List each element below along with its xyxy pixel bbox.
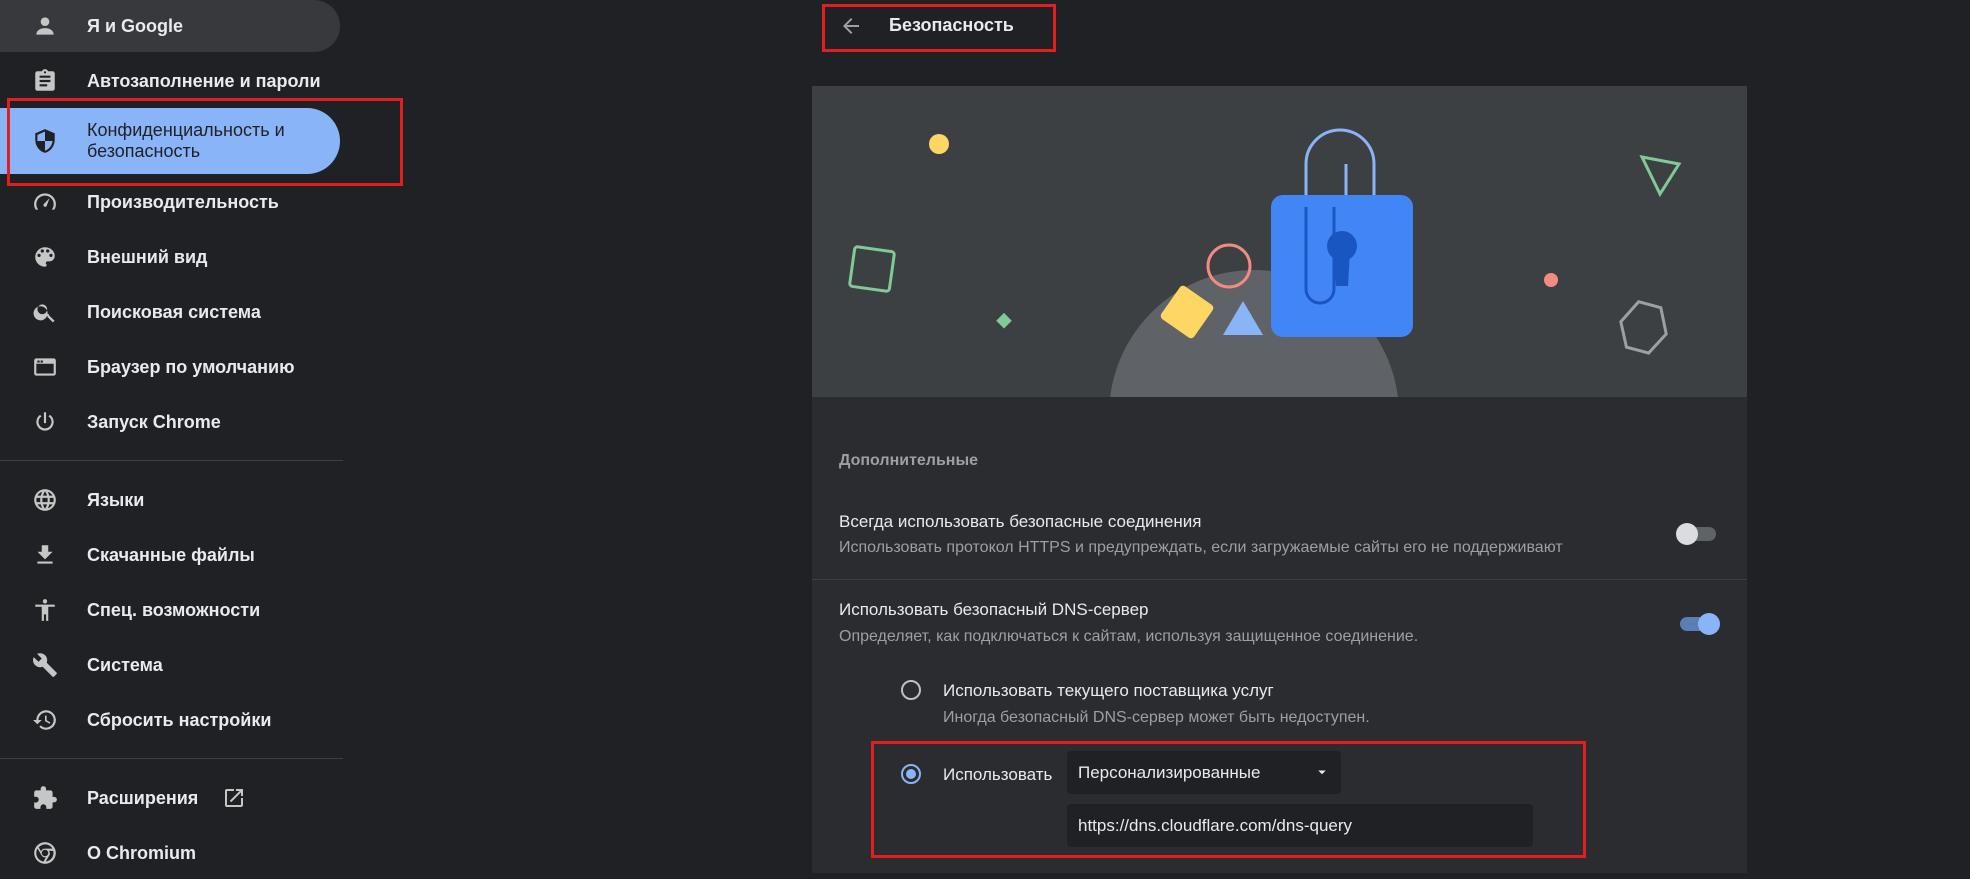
sidebar-item-label: Автозаполнение и пароли [87,70,321,91]
row-divider [812,579,1747,580]
sidebar-item-accessibility[interactable]: Спец. возможности [0,584,340,636]
security-illustration [812,86,1747,397]
https-setting-title: Всегда использовать безопасные соединени… [839,512,1202,531]
sidebar-item-performance[interactable]: Производительность [0,176,340,228]
sidebar-item-label: О Chromium [87,842,197,863]
sidebar-item-you-and-google[interactable]: Я и Google [0,0,340,52]
sidebar-item-autofill[interactable]: Автозаполнение и пароли [0,55,340,107]
globe-icon [31,486,59,514]
back-button[interactable] [838,13,864,39]
puzzle-icon [31,784,59,812]
sidebar-item-label: Языки [87,489,145,510]
option-current-provider-label: Использовать текущего поставщика услуг [943,681,1274,700]
sidebar-item-downloads[interactable]: Скачанные файлы [0,529,340,581]
speedometer-icon [31,188,59,216]
sidebar-item-extensions[interactable]: Расширения [0,772,340,824]
custom-dns-url-value: https://dns.cloudflare.com/dns-query [1078,816,1353,835]
browser-window-icon [31,353,59,381]
sidebar-item-label: Я и Google [87,15,184,36]
sidebar-item-privacy-security[interactable]: Конфиденциальность и безопасность [0,108,340,174]
wrench-icon [31,651,59,679]
section-title-advanced: Дополнительные [839,452,979,469]
sidebar-item-system[interactable]: Система [0,639,340,691]
dns-provider-selected: Персонализированные [1078,763,1261,782]
download-icon [31,541,59,569]
palette-icon [31,243,59,271]
restore-icon [31,706,59,734]
sidebar-item-languages[interactable]: Языки [0,474,340,526]
sidebar-divider [0,460,343,461]
secure-dns-description: Определяет, как подключаться к сайтам, и… [839,628,1419,645]
sidebar-item-label: Браузер по умолчанию [87,356,295,377]
page-header: Безопасность [812,0,1747,86]
shield-icon [31,127,59,155]
person-icon [31,12,59,40]
option-current-provider-description: Иногда безопасный DNS-сервер может быть … [943,709,1370,726]
toggle-knob [1676,523,1698,545]
search-icon [31,298,59,326]
custom-dns-url-input[interactable]: https://dns.cloudflare.com/dns-query [1067,804,1533,847]
sidebar-item-label: Расширения [87,787,199,808]
sidebar-item-label: Производительность [87,191,279,212]
padlock-illustration [848,128,1682,397]
clipboard-icon [31,67,59,95]
option-custom-provider-label: Использовать [943,765,1053,784]
sidebar-item-appearance[interactable]: Внешний вид [0,231,340,283]
sidebar-item-label: Система [87,654,163,675]
power-icon [31,408,59,436]
radio-custom-provider[interactable] [901,764,921,784]
secure-dns-title: Использовать безопасный DNS-сервер [839,600,1149,619]
page-title: Безопасность [889,15,1014,35]
settings-sidebar: Я и Google Автозаполнение и пароли Конфи… [0,0,343,873]
sidebar-item-on-startup[interactable]: Запуск Chrome [0,396,340,448]
external-link-icon [221,785,247,811]
sidebar-item-label: Скачанные файлы [87,544,255,565]
sidebar-item-label: Спец. возможности [87,599,261,620]
security-settings-card: Безопасность Дополнительные Всегда испол… [812,0,1747,873]
https-toggle[interactable] [1676,521,1720,545]
sidebar-item-label: Сбросить настройки [87,709,272,730]
sidebar-item-search-engine[interactable]: Поисковая система [0,286,340,338]
toggle-knob [1698,613,1720,635]
dns-provider-select[interactable]: Персонализированные [1067,751,1341,794]
radio-current-provider[interactable] [901,680,921,700]
arrow-back-icon [843,18,859,34]
sidebar-item-label: Конфиденциальность и безопасность [87,120,285,161]
chromium-logo-icon [31,839,59,867]
dropdown-arrow-icon [1313,763,1331,781]
sidebar-item-label: Поисковая система [87,301,261,322]
secure-dns-toggle[interactable] [1676,611,1720,635]
sidebar-divider [0,758,343,759]
sidebar-item-label: Запуск Chrome [87,411,221,432]
sidebar-item-reset[interactable]: Сбросить настройки [0,694,340,746]
sidebar-item-about-chromium[interactable]: О Chromium [0,827,340,879]
sidebar-item-label: Внешний вид [87,246,208,267]
accessibility-icon [31,596,59,624]
https-setting-description: Использовать протокол HTTPS и предупрежд… [839,539,1563,556]
sidebar-item-default-browser[interactable]: Браузер по умолчанию [0,341,340,393]
